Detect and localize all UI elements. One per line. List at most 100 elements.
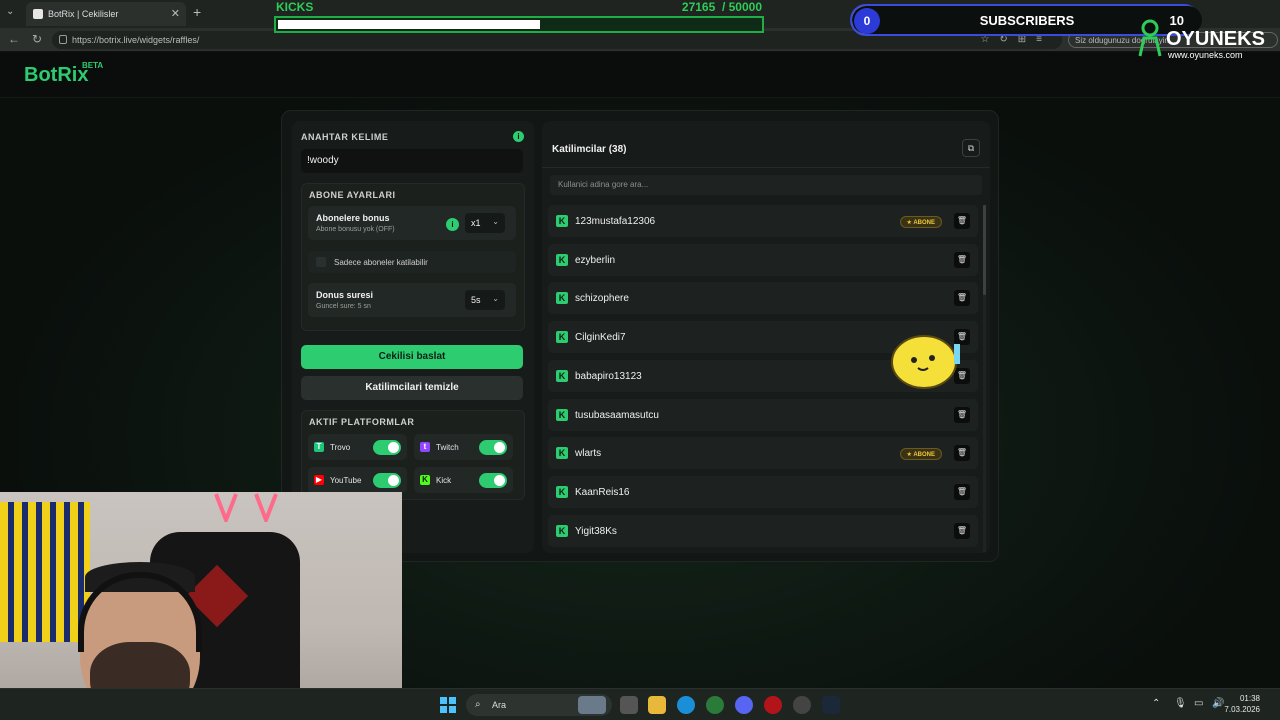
delete-icon[interactable]: 🗑 [954, 445, 970, 462]
participant-row[interactable]: Kezyberlin 🗑 [548, 243, 978, 276]
twitch-toggle[interactable] [479, 440, 507, 455]
new-tab-button[interactable]: + [193, 4, 201, 20]
participant-row[interactable]: K KaanReis16 🗑 [548, 475, 978, 508]
participant-name: Yigit38Ks [575, 525, 617, 537]
clock-time: 01:38 [1239, 694, 1260, 703]
kick-icon: K [556, 447, 568, 460]
search-icon: ⌕ [475, 699, 481, 710]
volume-icon[interactable]: 🔊 [1212, 698, 1224, 709]
taskbar-search-label: Ara [492, 700, 507, 710]
participant-name: KaanReis16 [575, 486, 630, 498]
kick-icon: K [556, 331, 568, 344]
settings-panel: ANAHTAR KELIME i !woody ABONE AYARLARI A… [292, 121, 534, 553]
steam-icon[interactable] [822, 696, 840, 714]
edge-icon[interactable] [677, 696, 695, 714]
active-platforms-title: AKTIF PLATFORMLAR [309, 417, 415, 427]
delete-icon[interactable]: 🗑 [954, 522, 970, 539]
network-icon[interactable]: ▭ [1194, 698, 1203, 709]
clock-date: 7.03.2026 [1224, 705, 1260, 714]
subscriber-badge: ★ ABONE [899, 216, 942, 228]
info-icon[interactable]: i [513, 131, 524, 142]
microphone-icon[interactable]: 🎙 [1174, 698, 1187, 709]
tab-menu-chevron-icon[interactable]: ⌄ [6, 6, 14, 17]
participant-search-input[interactable]: Kullanici adina gore ara... [550, 175, 982, 195]
task-view-icon[interactable] [620, 696, 638, 714]
chevron-down-icon: ⌄ [492, 217, 499, 226]
windows-taskbar: ⌕ Ara ⌃ 🎙 ▭ 🔊 01:38 7.03.2026 [0, 688, 1280, 720]
platform-trovo: T Trovo [308, 434, 407, 460]
duration-select[interactable]: 5s ⌄ [465, 290, 505, 310]
webcam-feed [0, 492, 402, 720]
subscribers-only-checkbox[interactable] [316, 257, 326, 267]
file-explorer-icon[interactable] [648, 696, 666, 714]
beta-label: BETA [82, 61, 104, 70]
subscribers-only-row[interactable]: Sadece aboneler katilabilir [308, 251, 516, 273]
app-red-icon[interactable] [764, 696, 782, 714]
participant-row[interactable]: Kschizophere 🗑 [548, 282, 978, 315]
start-icon[interactable] [440, 697, 456, 713]
toggle-knob [388, 442, 399, 453]
platform-name: Kick [436, 476, 452, 485]
watermark-logo: OYUNEKS [1166, 28, 1265, 50]
delete-icon[interactable]: 🗑 [954, 213, 970, 229]
kick-toggle[interactable] [479, 473, 507, 488]
subscriber-settings-title: ABONE AYARLARI [309, 190, 396, 200]
delete-icon[interactable]: 🗑 [954, 290, 970, 307]
participant-row[interactable]: Ktusubasaamasutcu 🗑 [548, 398, 978, 431]
subscribers-only-label: Sadece aboneler katilabilir [334, 258, 428, 267]
duration-value: 5s [471, 295, 481, 305]
delete-icon[interactable]: 🗑 [954, 406, 970, 423]
platform-name: Trovo [330, 443, 351, 452]
start-raffle-button[interactable]: Cekilisi baslat [301, 345, 523, 369]
platform-twitch: t Twitch [414, 434, 513, 460]
toggle-knob [388, 475, 399, 486]
subscriber-bonus-title: Abonelere bonus [316, 213, 390, 223]
participant-row[interactable]: K 123mustafa12306 ★ ABONE 🗑 [548, 205, 978, 237]
toggle-knob [494, 442, 505, 453]
subscriber-bonus-row: Abonelere bonus Abone bonusu yok (OFF) i… [308, 206, 516, 240]
bonus-info-icon[interactable]: i [446, 218, 459, 231]
kicks-count: 27165 / 50000 [681, 0, 762, 14]
participant-row[interactable]: Kwlarts ★ ABONE 🗑 [548, 437, 978, 470]
keyword-input[interactable]: !woody [301, 149, 523, 173]
participant-name: babapiro13123 [575, 370, 642, 382]
copy-icon[interactable]: ⧉ [962, 139, 980, 157]
search-highlight-icon[interactable] [578, 696, 606, 714]
url-text: https://botrix.live/widgets/raffles/ [72, 35, 200, 45]
close-tab-icon[interactable]: ✕ [171, 7, 180, 20]
subscriber-settings: ABONE AYARLARI Abonelere bonus Abone bon… [301, 183, 525, 331]
site-info-icon[interactable] [59, 35, 67, 44]
kick-icon: K [556, 369, 568, 382]
reload-icon[interactable]: ↻ [32, 32, 42, 46]
duration-row: Donus suresi Guncel sure: 5 sn 5s ⌄ [308, 283, 516, 317]
neon-light [214, 493, 278, 522]
app-u-icon[interactable] [706, 696, 724, 714]
youtube-toggle[interactable] [373, 473, 401, 488]
trovo-toggle[interactable] [373, 440, 401, 455]
youtube-icon: ▶ [314, 475, 324, 485]
bonus-multiplier-select[interactable]: x1 ⌄ [465, 213, 505, 233]
obs-icon[interactable] [793, 696, 811, 714]
mascot-icon [1138, 19, 1162, 57]
platform-kick: K Kick [414, 467, 513, 493]
scrollbar[interactable] [983, 205, 986, 553]
tray-chevron-icon[interactable]: ⌃ [1152, 698, 1160, 709]
delete-icon[interactable]: 🗑 [954, 483, 970, 500]
back-icon[interactable]: ← [8, 32, 20, 46]
delete-icon[interactable]: 🗑 [954, 251, 970, 268]
kick-icon: K [556, 215, 568, 227]
scrollbar-thumb[interactable] [983, 205, 986, 295]
platform-name: YouTube [330, 476, 362, 485]
divider [542, 167, 990, 168]
participants-title: Katilimcilar (38) [552, 144, 627, 155]
system-clock[interactable]: 01:38 7.03.2026 [1224, 693, 1260, 715]
kicks-progress-fill [278, 20, 541, 29]
clear-participants-button[interactable]: Katilimcilari temizle [301, 376, 523, 400]
subscriber-badge: ★ ABONE [899, 448, 942, 461]
brand-logo[interactable]: BotRix [24, 64, 88, 87]
participant-row[interactable]: K Yigit38Ks 🗑 [548, 514, 978, 547]
browser-tab[interactable]: BotRix | Cekilisler ✕ [26, 2, 186, 26]
jersey-background [0, 502, 90, 642]
participant-name: CilginKedi7 [575, 332, 626, 344]
discord-icon[interactable] [735, 696, 753, 714]
